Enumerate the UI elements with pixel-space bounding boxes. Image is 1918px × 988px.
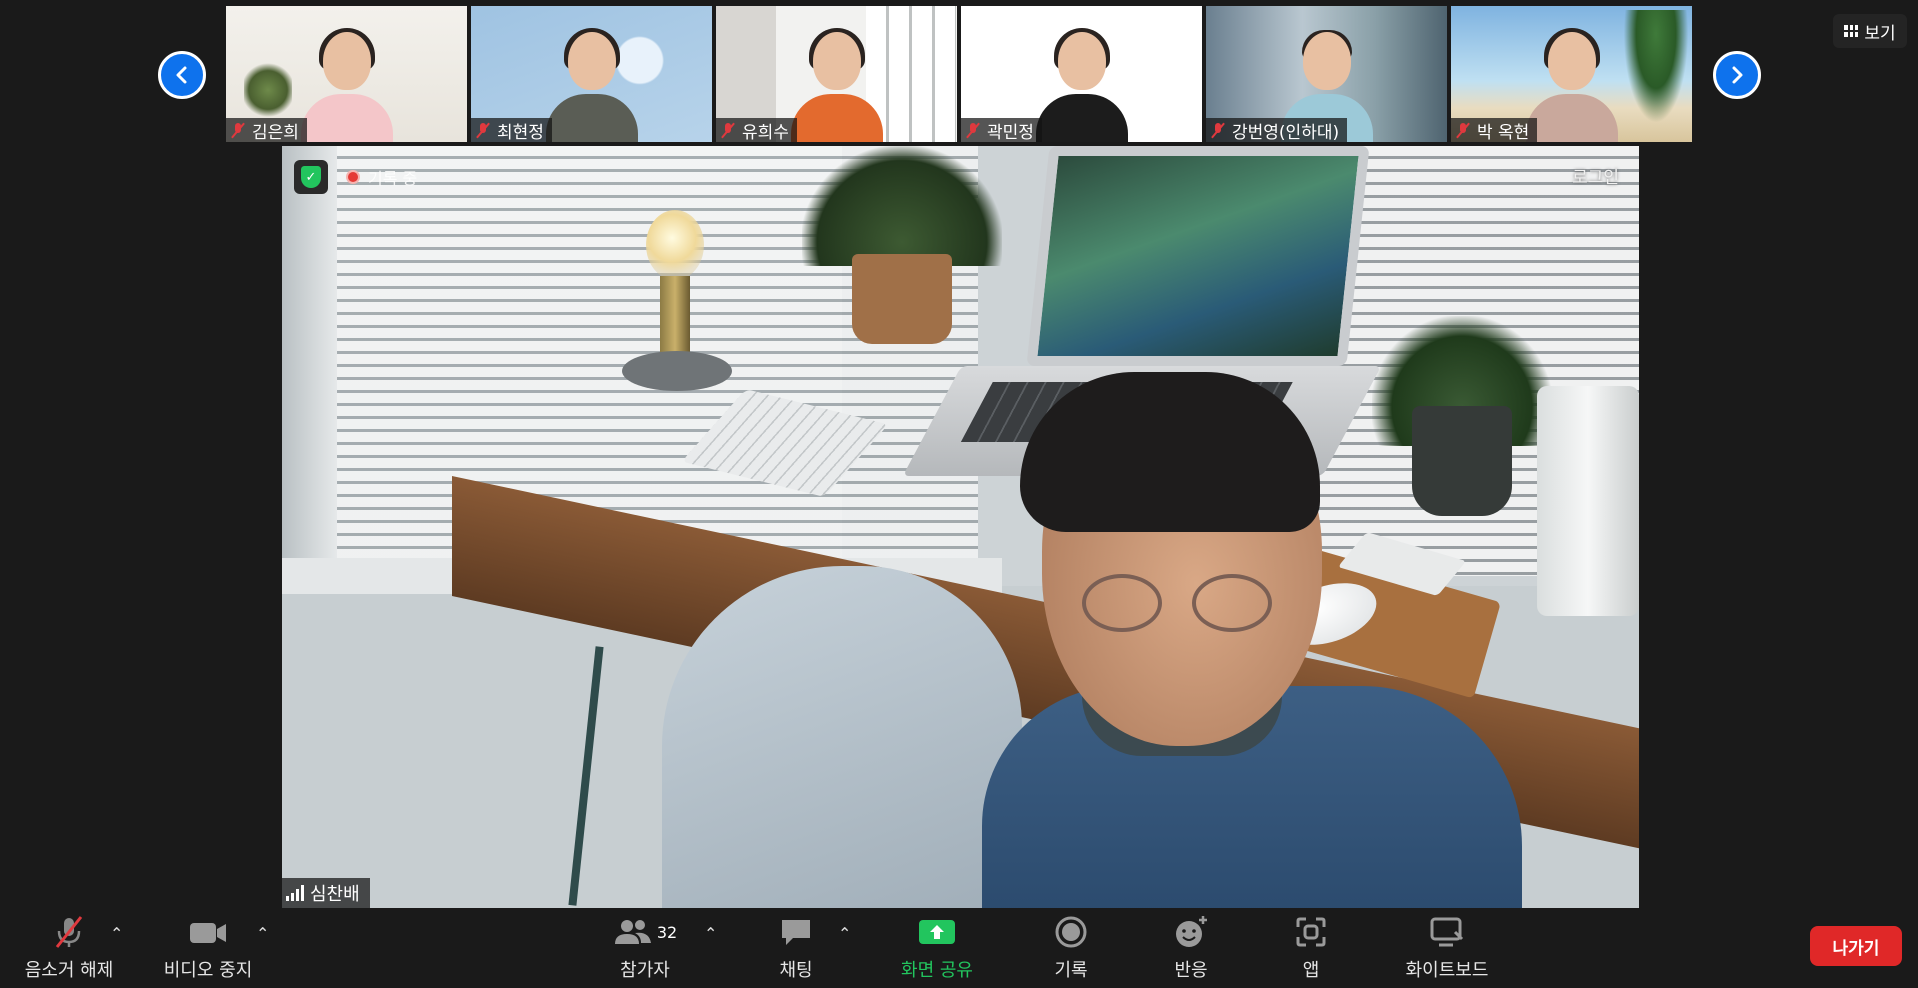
plant — [802, 146, 1002, 266]
chevron-left-icon — [176, 66, 187, 84]
participants-icon — [614, 920, 651, 944]
apps-icon — [1296, 917, 1326, 947]
participant-tile[interactable]: 강번영(인하대) — [1206, 6, 1447, 142]
participants-button[interactable]: 32 참가자 — [600, 908, 690, 988]
mic-muted-icon — [230, 122, 246, 138]
record-label: 기록 — [1054, 960, 1088, 981]
whiteboard-button[interactable]: 화이트보드 — [1392, 908, 1502, 988]
mic-muted-icon — [965, 122, 981, 138]
participant-video — [300, 28, 393, 142]
participant-strip: 김은희 최현정 유희수 곽민정 강번영(인하대) 박 옥현 — [226, 6, 1692, 142]
participant-name: 김은희 — [252, 122, 299, 143]
leave-button[interactable]: 나가기 — [1810, 926, 1902, 966]
share-label: 화면 공유 — [901, 960, 973, 981]
main-speaker-video: ✓ 기록 중 로그인 심찬배 — [282, 146, 1639, 908]
speaker-name: 심찬배 — [310, 884, 360, 905]
grid-icon — [1844, 25, 1859, 37]
participant-video — [790, 28, 883, 142]
shield-check-icon: ✓ — [301, 166, 321, 188]
reactions-button[interactable]: 반응 — [1156, 908, 1226, 988]
participant-video — [1525, 28, 1618, 142]
share-screen-button[interactable]: 화면 공유 — [890, 908, 984, 988]
participant-name: 곽민정 — [987, 122, 1034, 143]
mic-muted-icon — [1455, 122, 1471, 138]
signal-strength-icon — [286, 885, 304, 901]
participant-tile[interactable]: 김은희 — [226, 6, 467, 142]
speaker-person — [982, 372, 1522, 908]
video-label: 비디오 중지 — [163, 960, 253, 981]
audio-options-caret[interactable]: ⌃ — [110, 924, 123, 943]
unmute-button[interactable]: 음소거 해제 — [18, 908, 120, 988]
participant-name: 강번영(인하대) — [1232, 122, 1340, 143]
apps-button[interactable]: 앱 — [1276, 908, 1346, 988]
participants-label: 참가자 — [620, 960, 670, 981]
reactions-label: 반응 — [1174, 960, 1208, 981]
participant-name: 박 옥현 — [1477, 122, 1530, 143]
chair — [662, 566, 1022, 908]
stop-video-button[interactable]: 비디오 중지 — [158, 908, 258, 988]
participant-tile[interactable]: 곽민정 — [961, 6, 1202, 142]
chat-options-caret[interactable]: ⌃ — [838, 924, 851, 943]
recording-label: 기록 중 — [368, 169, 418, 188]
login-link[interactable]: 로그인 — [1572, 163, 1619, 188]
encryption-badge[interactable]: ✓ — [294, 160, 328, 194]
speaker-name-label: 심찬배 — [282, 878, 370, 908]
participant-video — [545, 28, 638, 142]
unmute-label: 음소거 해제 — [24, 960, 114, 981]
lamp — [646, 210, 704, 280]
palm-tree-decoration — [1621, 10, 1691, 130]
prev-page-button[interactable] — [158, 51, 206, 99]
recording-indicator: 기록 중 — [346, 163, 417, 191]
mic-muted-icon — [720, 122, 736, 138]
participant-name: 유희수 — [742, 122, 789, 143]
participant-tile[interactable]: 박 옥현 — [1451, 6, 1692, 142]
participants-count: 32 — [656, 922, 678, 942]
apps-label: 앱 — [1302, 960, 1320, 981]
laptop — [1026, 146, 1370, 366]
meeting-toolbar: 음소거 해제 ⌃ 비디오 중지 ⌃ 32 참가자 ⌃ 채팅 ⌃ 화면 공유 기록… — [0, 908, 1918, 988]
emoji-plus-icon — [1176, 916, 1207, 947]
mic-muted-icon — [1210, 122, 1226, 138]
view-button-label: 보기 — [1864, 23, 1896, 44]
view-button[interactable]: 보기 — [1833, 14, 1907, 48]
video-camera-icon — [190, 923, 226, 943]
video-options-caret[interactable]: ⌃ — [256, 924, 269, 943]
participant-tile[interactable]: 최현정 — [471, 6, 712, 142]
chat-label: 채팅 — [779, 960, 813, 981]
plant-decoration — [244, 60, 292, 120]
next-page-button[interactable] — [1713, 51, 1761, 99]
mic-muted-icon — [55, 916, 83, 948]
record-dot-icon — [346, 170, 360, 184]
chat-button[interactable]: 채팅 — [758, 908, 834, 988]
record-button[interactable]: 기록 — [1036, 908, 1106, 988]
participant-tile[interactable]: 유희수 — [716, 6, 957, 142]
mic-muted-icon — [475, 122, 491, 138]
share-screen-icon — [919, 920, 955, 944]
participant-video — [1035, 28, 1128, 142]
whiteboard-icon — [1430, 917, 1464, 947]
chat-bubble-icon — [782, 920, 810, 945]
record-icon — [1055, 916, 1087, 948]
whiteboard-label: 화이트보드 — [1405, 960, 1489, 981]
participant-name: 최현정 — [497, 122, 544, 143]
participants-options-caret[interactable]: ⌃ — [704, 924, 717, 943]
chevron-right-icon — [1732, 66, 1743, 84]
